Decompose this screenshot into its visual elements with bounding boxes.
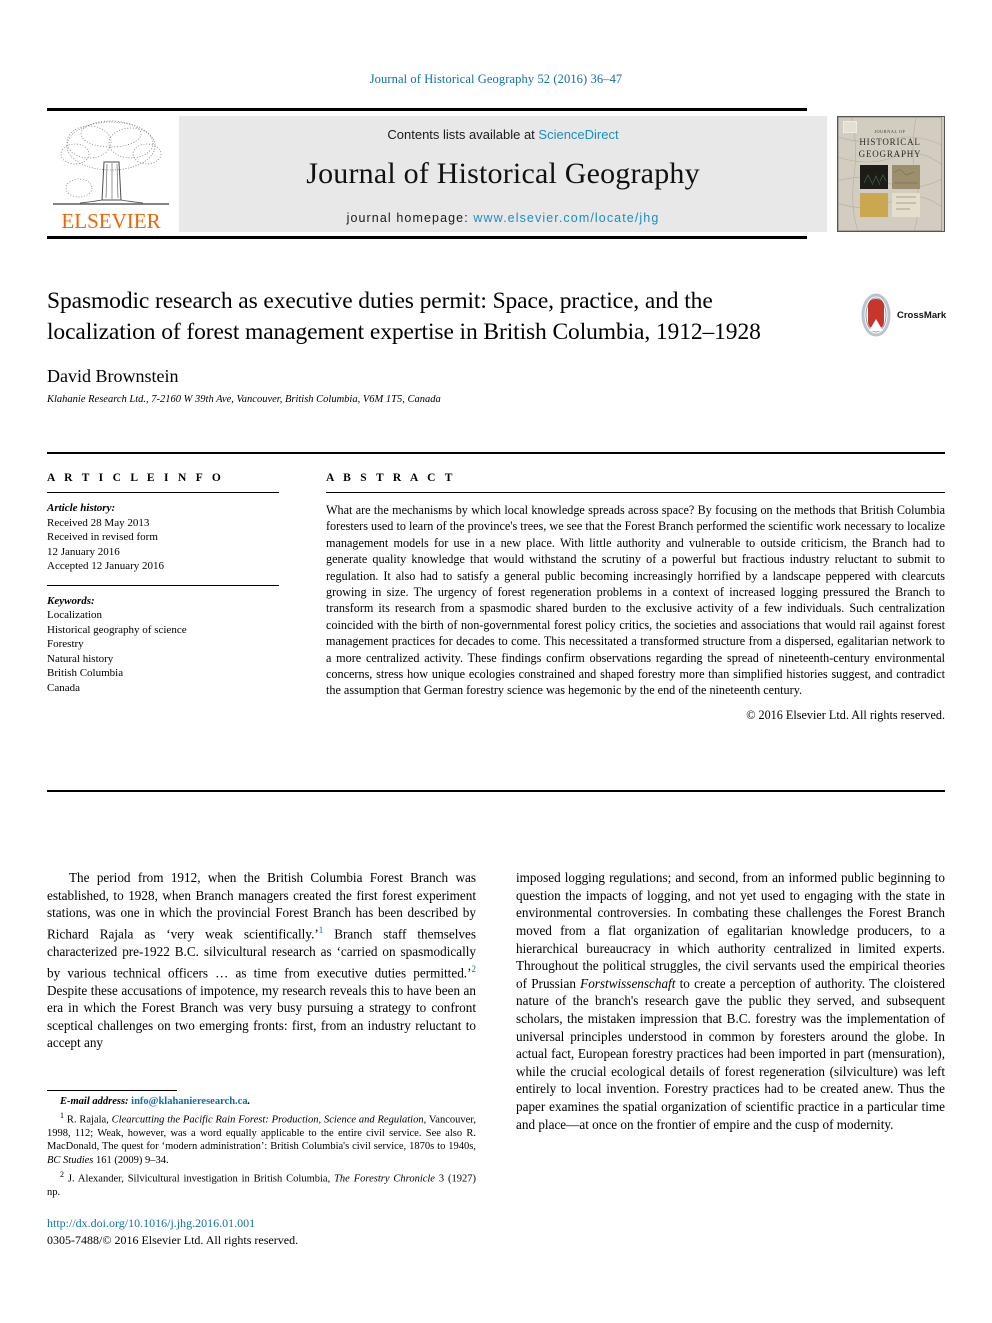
email-label: E-mail address: — [60, 1096, 129, 1107]
body-text-right-2: to create a perception of authority. The… — [516, 975, 945, 1132]
abstract-rule — [326, 492, 945, 493]
footnotes-block: E-mail address: info@klahanieresearch.ca… — [47, 1090, 476, 1199]
cover-artwork-icon: JOURNAL OF HISTORICAL GEOGRAPHY — [838, 117, 943, 231]
keyword-item: Forestry — [47, 638, 84, 650]
elsevier-logo: ELSEVIER — [47, 116, 175, 233]
footnote-1-text-c: 161 (2009) 9–34. — [93, 1154, 169, 1166]
journal-masthead: ELSEVIER Contents lists available at Sci… — [47, 108, 945, 239]
journal-homepage-line: journal homepage: www.elsevier.com/locat… — [179, 211, 827, 225]
keyword-item: British Columbia — [47, 667, 124, 679]
masthead-rule-top — [47, 108, 807, 111]
article-history-label: Article history: — [47, 502, 116, 514]
article-page: Journal of Historical Geography 52 (2016… — [0, 0, 992, 1323]
article-info-column: A R T I C L E I N F O Article history: R… — [47, 472, 279, 723]
email-link[interactable]: info@klahanieresearch.ca — [131, 1096, 247, 1107]
keywords-rule — [47, 584, 279, 586]
sciencedirect-link[interactable]: ScienceDirect — [538, 127, 618, 142]
keyword-item: Localization — [47, 609, 102, 621]
masthead-rule-bottom — [47, 236, 807, 239]
journal-title: Journal of Historical Geography — [306, 157, 700, 190]
body-text-right-1: imposed logging regulations; and second,… — [516, 870, 945, 991]
author-list: David Brownstein — [47, 366, 179, 386]
doi-link[interactable]: http://dx.doi.org/10.1016/j.jhg.2016.01.… — [47, 1216, 547, 1231]
author-affiliation: Klahanie Research Ltd., 7-2160 W 39th Av… — [47, 394, 441, 405]
keyword-item: Historical geography of science — [47, 623, 187, 636]
svg-text:HISTORICAL: HISTORICAL — [859, 137, 920, 147]
body-term-forstwissenschaft: Forstwissenschaft — [580, 975, 676, 991]
body-text-part3: Despite these accusations of impotence, … — [47, 982, 476, 1051]
history-item: Accepted 12 January 2016 — [47, 560, 164, 572]
body-paragraph: The period from 1912, when the British C… — [47, 869, 476, 1052]
elsevier-tree-icon — [53, 120, 169, 205]
abstract-text: What are the mechanisms by which local k… — [326, 503, 945, 698]
keyword-item: Natural history — [47, 652, 114, 665]
elsevier-wordmark: ELSEVIER — [61, 209, 161, 233]
masthead-center-panel: Contents lists available at ScienceDirec… — [179, 116, 827, 232]
body-right-column: imposed logging regulations; and second,… — [516, 856, 945, 1146]
footnote-rule — [47, 1090, 177, 1091]
doi-footer: http://dx.doi.org/10.1016/j.jhg.2016.01.… — [47, 1216, 547, 1248]
column-gap — [279, 472, 326, 723]
homepage-prefix: journal homepage: — [346, 211, 474, 225]
svg-text:JOURNAL OF: JOURNAL OF — [874, 129, 905, 134]
history-item: Received in revised form — [47, 531, 158, 543]
info-rule-bottom — [47, 790, 945, 792]
contents-prefix: Contents lists available at — [387, 127, 539, 142]
svg-text:GEOGRAPHY: GEOGRAPHY — [859, 149, 922, 159]
article-info-rule — [47, 492, 279, 493]
info-abstract-block: A R T I C L E I N F O Article history: R… — [47, 452, 945, 792]
abstract-column: A B S T R A C T What are the mechanisms … — [326, 472, 945, 723]
abstract-copyright: © 2016 Elsevier Ltd. All rights reserved… — [746, 707, 945, 722]
article-history-group: Article history: Received 28 May 2013 Re… — [47, 501, 279, 574]
footnote-item-2: 2 J. Alexander, Silvicultural investigat… — [47, 1168, 476, 1199]
article-title: Spasmodic research as executive duties p… — [47, 288, 761, 345]
title-block: Spasmodic research as executive duties p… — [47, 286, 807, 405]
journal-cover-thumbnail[interactable]: JOURNAL OF HISTORICAL GEOGRAPHY — [837, 116, 945, 232]
contents-available-line: Contents lists available at ScienceDirec… — [179, 116, 827, 142]
footnote-2-journal: The Forestry Chronicle — [334, 1173, 435, 1185]
footnote-2-text-a: J. Alexander, Silvicultural investigatio… — [64, 1173, 335, 1185]
info-rule-top — [47, 452, 945, 454]
crossmark-label: CrossMark — [897, 309, 947, 321]
footnote-item-1: 1 R. Rajala, Clearcutting the Pacific Ra… — [47, 1109, 476, 1167]
body-column-gap — [476, 856, 516, 1146]
history-item: 12 January 2016 — [47, 545, 120, 558]
crossmark-badge[interactable]: CrossMark — [858, 292, 948, 338]
keywords-group: Keywords: Localization Historical geogra… — [47, 594, 279, 696]
keywords-label: Keywords: — [47, 594, 95, 607]
abstract-heading: A B S T R A C T — [326, 472, 456, 484]
history-item: Received 28 May 2013 — [47, 516, 150, 529]
footnote-email: E-mail address: info@klahanieresearch.ca… — [60, 1096, 251, 1107]
crossmark-icon — [861, 293, 891, 337]
journal-homepage-link[interactable]: www.elsevier.com/locate/jhg — [473, 211, 659, 225]
body-paragraph: imposed logging regulations; and second,… — [516, 869, 945, 1133]
issn-copyright: 0305-7488/© 2016 Elsevier Ltd. All right… — [47, 1233, 299, 1247]
footnote-1-text-a: R. Rajala, — [64, 1114, 112, 1126]
footnote-1-journal: BC Studies — [47, 1154, 94, 1166]
footnote-1-title: Clearcutting the Pacific Rain Forest: Pr… — [111, 1114, 424, 1126]
keyword-item: Canada — [47, 681, 80, 694]
article-info-heading: A R T I C L E I N F O — [47, 472, 225, 484]
running-head: Journal of Historical Geography 52 (2016… — [369, 72, 623, 86]
